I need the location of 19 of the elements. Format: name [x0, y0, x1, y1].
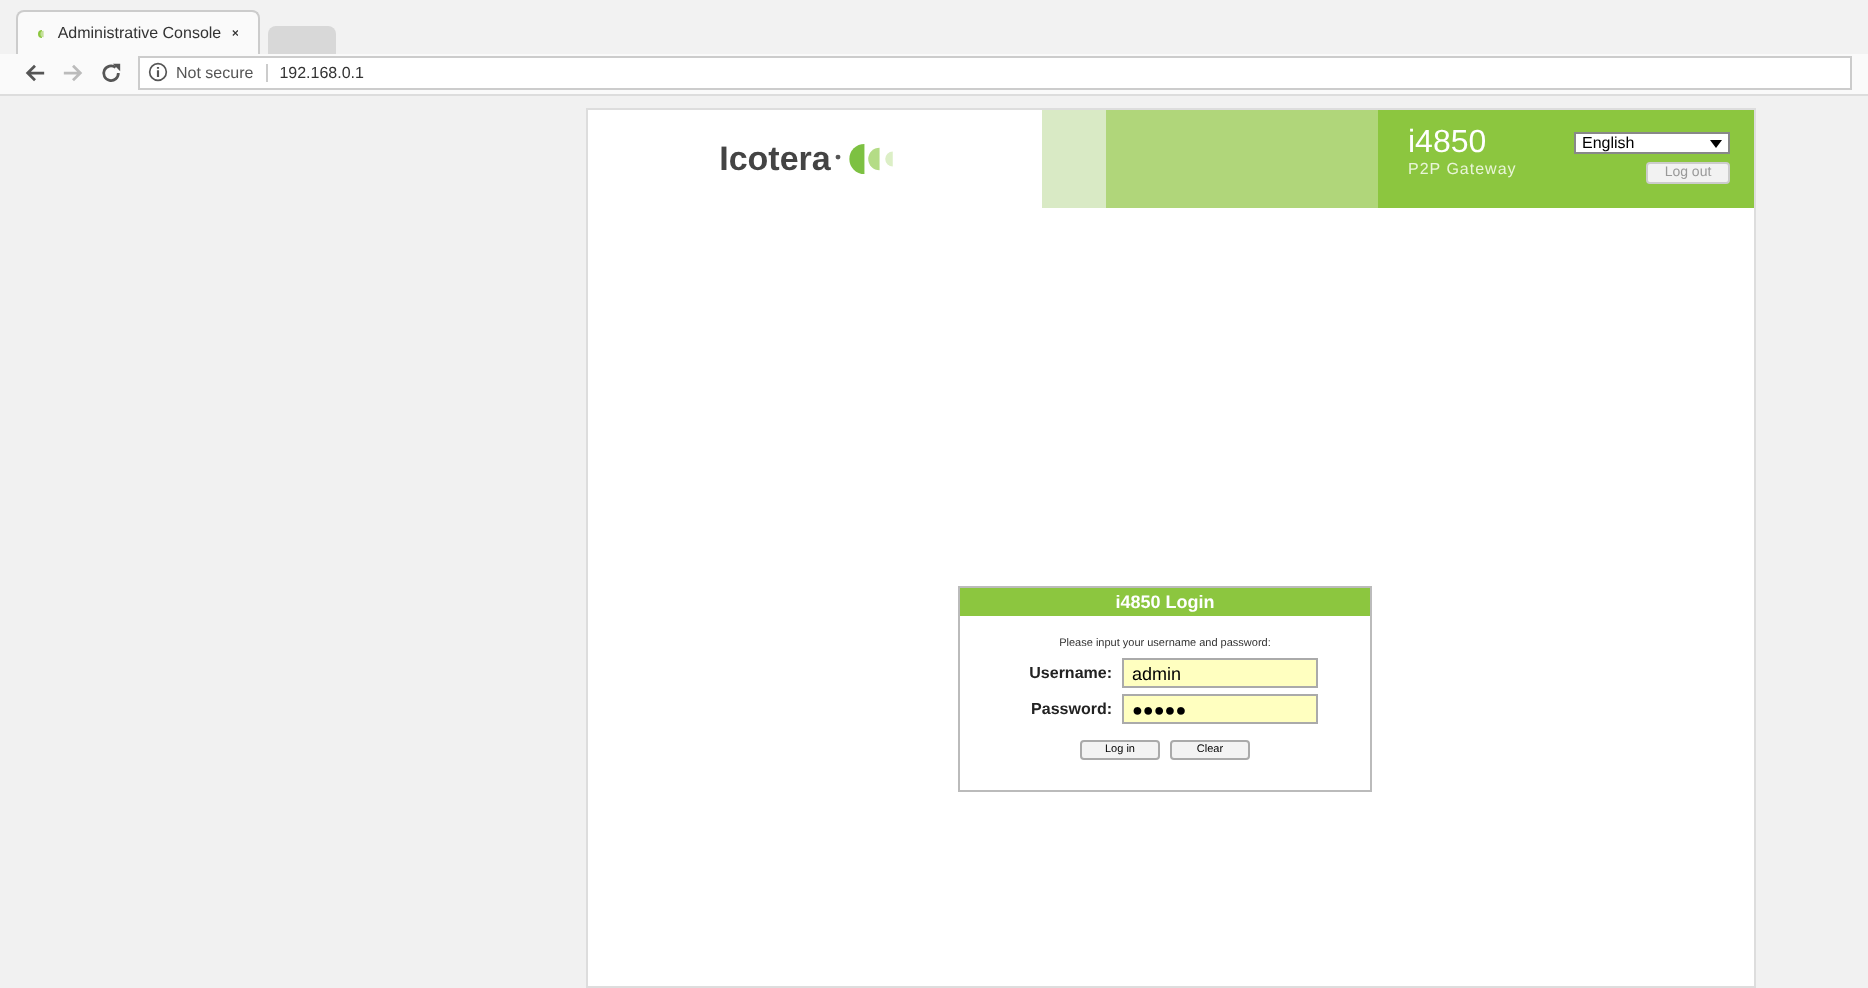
dropdown-arrow-icon [1710, 139, 1722, 147]
info-icon [148, 62, 168, 82]
language-select[interactable]: English [1574, 132, 1730, 154]
login-title: i4850 Login [960, 588, 1370, 616]
close-icon[interactable] [231, 26, 238, 40]
reload-icon[interactable] [100, 61, 122, 83]
back-icon[interactable] [24, 61, 46, 83]
model-name: i4850 [1408, 126, 1489, 160]
address-field[interactable]: Not secure 192.168.0.1 [138, 55, 1852, 89]
url-text: 192.168.0.1 [277, 63, 364, 81]
logo-text: Icotera [719, 139, 831, 179]
input-field[interactable]: admin [1122, 658, 1318, 688]
security-label: Not secure [176, 63, 268, 81]
browser-tab[interactable]: Administrative Console [16, 10, 260, 54]
field-label: Password: [1029, 700, 1112, 718]
field-label: Username: [1028, 664, 1112, 682]
tab-title: Administrative Console [57, 24, 222, 42]
model-subtitle: P2P Gateway [1408, 160, 1517, 178]
input-field[interactable]: ●●●●● [1122, 694, 1318, 724]
